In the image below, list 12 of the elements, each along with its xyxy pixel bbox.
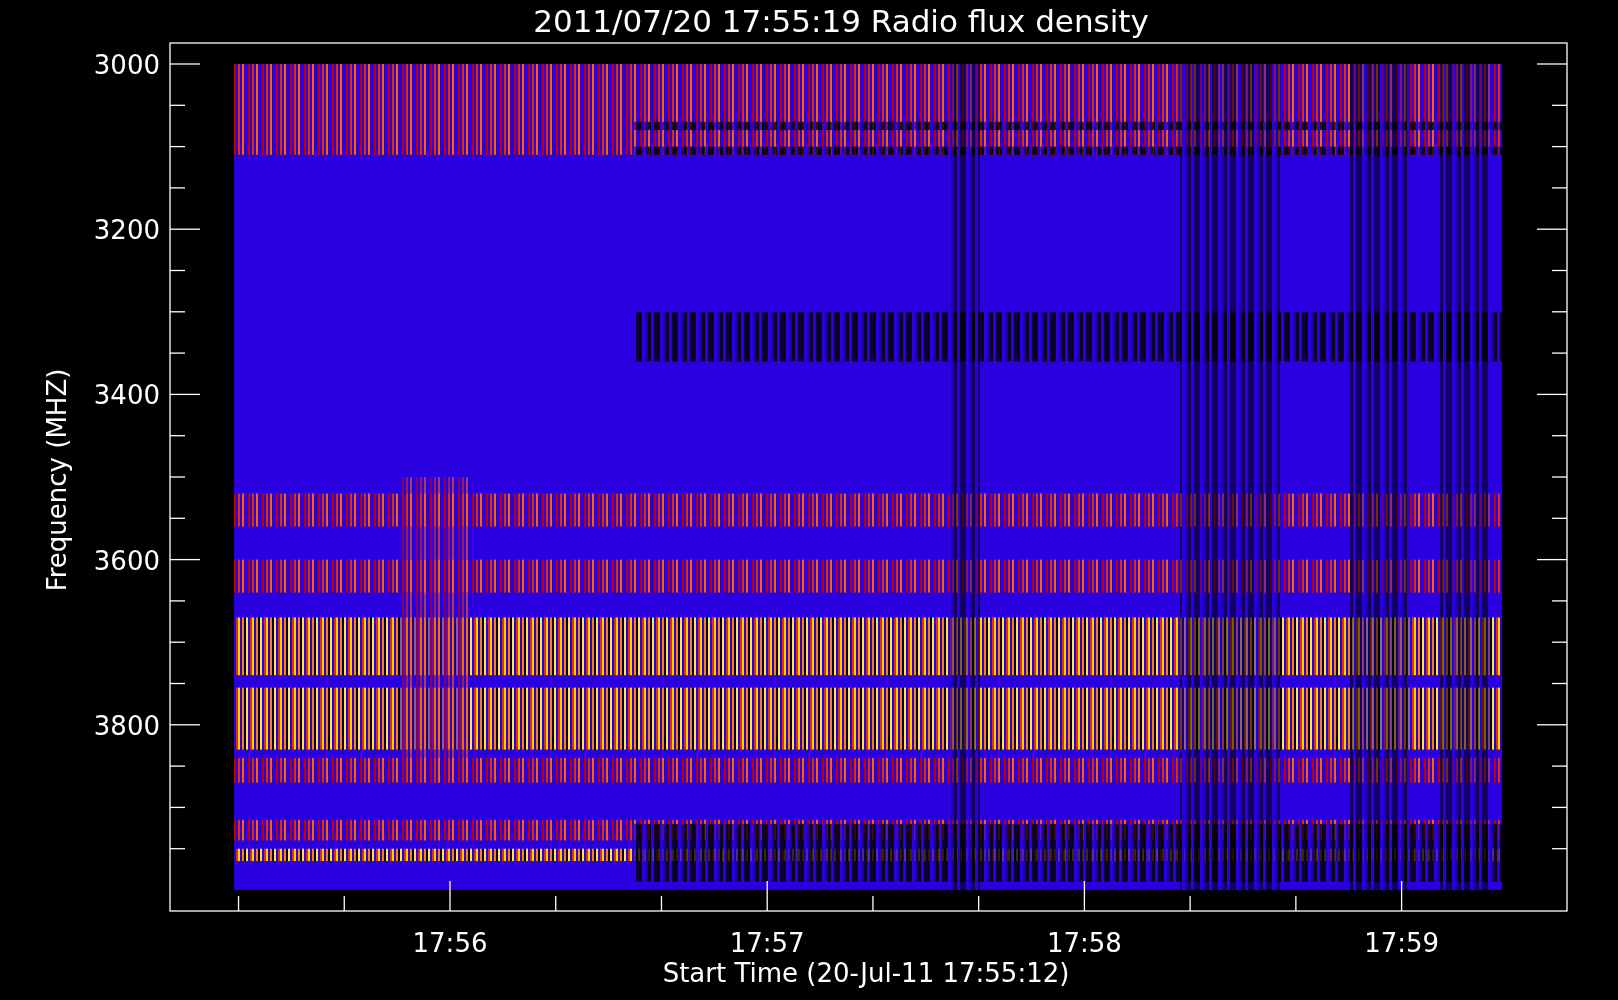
x-axis-label: Start Time (20-Jul-11 17:55:12) <box>662 958 1070 988</box>
y-tick-label: 3600 <box>93 545 160 576</box>
x-tick-label: 17:58 <box>1046 928 1122 958</box>
x-tick-label: 17:57 <box>729 928 805 958</box>
y-axis-label: Frequency (MHZ) <box>42 368 72 592</box>
x-tick-label: 17:56 <box>412 928 488 958</box>
chart-title: 2011/07/20 17:55:19 Radio flux density <box>533 3 1149 39</box>
y-tick-label: 3200 <box>93 215 160 246</box>
y-tick-label: 3000 <box>93 50 160 80</box>
x-tick-label: 17:59 <box>1364 928 1440 958</box>
y-tick-label: 3800 <box>93 710 160 741</box>
y-tick-label: 3400 <box>93 380 160 411</box>
